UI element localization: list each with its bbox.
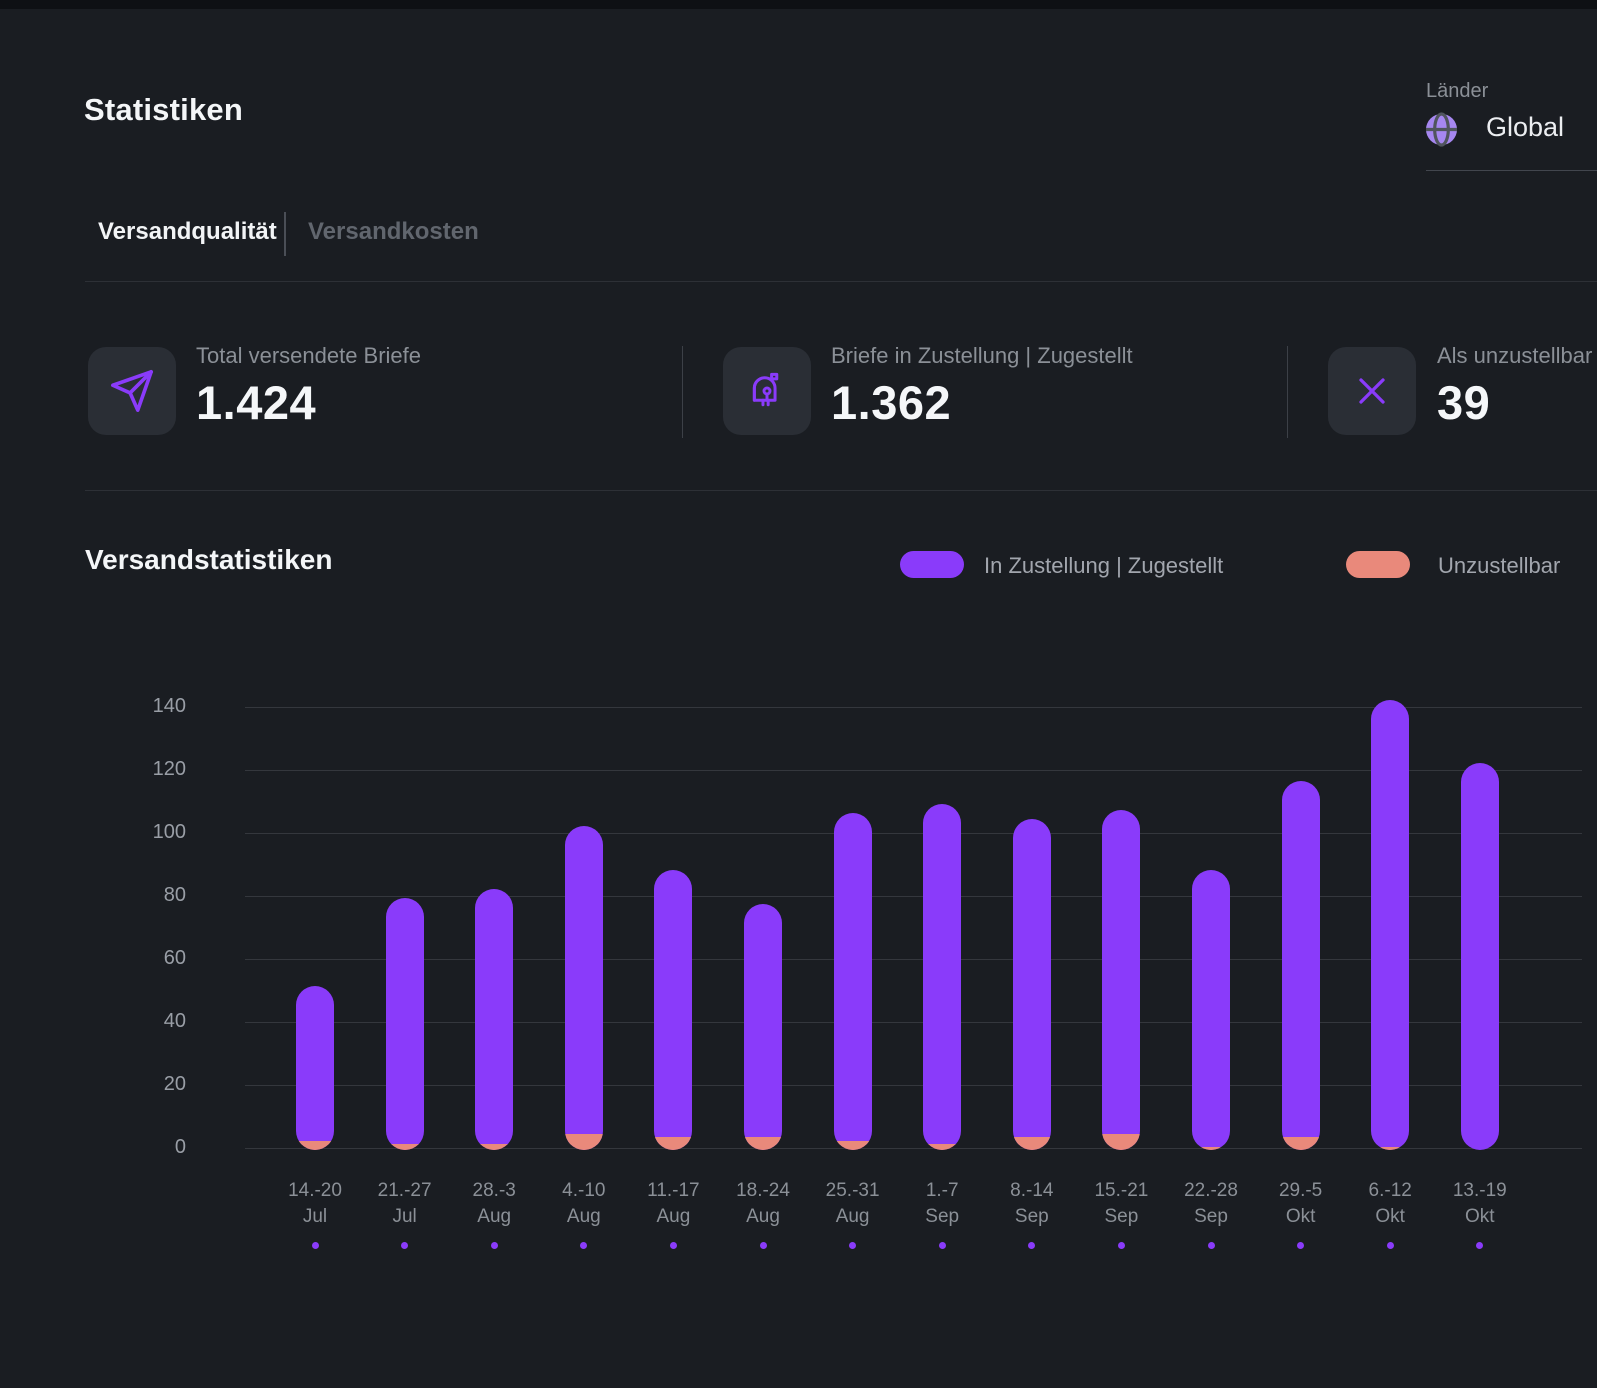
bar-segment-undeliverable: [833, 1140, 872, 1150]
bar-14--20-jul[interactable]: [296, 986, 334, 1150]
tab-versandqualitaet[interactable]: Versandqualität: [98, 218, 277, 246]
legend-pill-delivered: [900, 551, 964, 578]
category-dot: [1297, 1242, 1305, 1249]
category-dot: [580, 1242, 588, 1249]
y-axis-tick: 0: [174, 1136, 186, 1158]
bar-1--7-sep[interactable]: [923, 803, 962, 1150]
stat-label-total: Total versendete Briefe: [196, 343, 422, 368]
y-axis-tick: 120: [152, 758, 186, 780]
bar-segment-undeliverable: [1012, 1137, 1051, 1150]
y-axis-tick: 60: [163, 947, 186, 969]
category-dot: [401, 1242, 409, 1249]
bar-25--31-aug[interactable]: [833, 812, 872, 1150]
stat-tile-total: [88, 347, 176, 435]
stats-separator-line: [85, 490, 1597, 491]
stat-label-delivered: Briefe in Zustellung | Zugestellt: [831, 343, 1133, 368]
legend-label-delivered: In Zustellung | Zugestellt: [984, 553, 1224, 578]
stat-tile-undeliverable: [1328, 347, 1416, 435]
bar-segment-undeliverable: [1192, 1146, 1230, 1150]
tab-versandkosten[interactable]: Versandkosten: [308, 218, 479, 246]
stat-label-undeliverable: Als unzustellbar: [1437, 343, 1593, 368]
legend-label-undeliverable: Unzustellbar: [1438, 553, 1561, 578]
stat-divider-2: [1287, 346, 1288, 438]
send-icon: [111, 370, 153, 412]
category-dot: [1117, 1242, 1125, 1249]
bar-8--14-sep[interactable]: [1012, 819, 1051, 1150]
bar-segment-undeliverable: [475, 1143, 514, 1150]
category-dot: [311, 1242, 319, 1249]
legend-pill-undeliverable: [1346, 551, 1410, 578]
y-axis-tick: 80: [163, 884, 186, 906]
bar-13--19-okt[interactable]: [1460, 762, 1499, 1150]
bar-segment-undeliverable: [385, 1143, 424, 1150]
country-select-label: Länder: [1426, 80, 1489, 102]
stat-value-total: 1.424: [196, 376, 317, 429]
stat-tile-delivered: [723, 347, 811, 435]
y-axis-tick: 40: [163, 1010, 186, 1032]
stat-divider-1: [682, 346, 683, 438]
bar-21--27-jul[interactable]: [385, 898, 424, 1150]
globe-icon: [1423, 111, 1460, 148]
bar-28--3-aug[interactable]: [475, 888, 514, 1150]
category-dot: [669, 1242, 677, 1249]
statistics-page: Statistiken Länder Global Versandqualitä…: [0, 0, 1597, 1388]
x-axis-tick: 13.-19 Okt: [1452, 1180, 1507, 1227]
category-dot: [1476, 1242, 1484, 1249]
bar-18--24-aug[interactable]: [744, 904, 782, 1150]
y-axis-tick: 140: [152, 695, 186, 717]
chart-title: Versandstatistiken: [85, 544, 333, 575]
x-icon: [1359, 378, 1385, 404]
bar-segment-undeliverable: [654, 1137, 693, 1150]
category-dot: [1386, 1242, 1394, 1249]
bar-segment-undeliverable: [564, 1134, 603, 1150]
category-dot: [490, 1242, 498, 1249]
stat-value-undeliverable: 39: [1437, 376, 1491, 429]
y-axis-tick: 100: [152, 821, 186, 843]
tab-divider: [284, 212, 286, 256]
country-select-value[interactable]: Global: [1486, 112, 1564, 143]
bar-15--21-sep[interactable]: [1102, 809, 1141, 1150]
bar-29--5-okt[interactable]: [1281, 781, 1320, 1150]
country-select-underline: [1426, 170, 1597, 171]
bar-segment-undeliverable: [1102, 1134, 1141, 1150]
bar-segment-undeliverable: [744, 1137, 782, 1150]
bar-4--10-aug[interactable]: [564, 825, 603, 1150]
category-dot: [1028, 1242, 1036, 1249]
bar-segment-undeliverable: [1281, 1137, 1320, 1150]
page-title: Statistiken: [84, 92, 243, 127]
category-dot: [849, 1242, 857, 1249]
category-dot: [759, 1242, 767, 1249]
category-dot: [1207, 1242, 1215, 1249]
bar-segment-undeliverable: [1371, 1146, 1410, 1150]
mailbox-icon: [752, 372, 779, 407]
y-axis-tick: 20: [163, 1073, 186, 1095]
stat-value-delivered: 1.362: [831, 376, 952, 429]
bar-segment-undeliverable: [923, 1143, 962, 1150]
bar-11--17-aug[interactable]: [654, 869, 693, 1150]
bar-22--28-sep[interactable]: [1192, 869, 1230, 1150]
bar-6--12-okt[interactable]: [1371, 699, 1410, 1150]
window-top-strip: [0, 0, 1597, 9]
bar-segment-undeliverable: [296, 1140, 334, 1150]
tabs-separator-line: [85, 281, 1597, 282]
category-dot: [938, 1242, 946, 1249]
